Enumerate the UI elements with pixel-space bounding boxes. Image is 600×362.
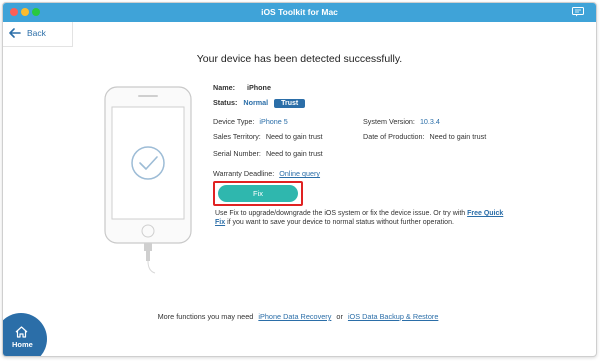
warranty-row: Warranty Deadline: Online query: [213, 169, 320, 178]
fix-highlight-frame: Fix: [213, 181, 303, 206]
desc-text-2: if you want to save your device to norma…: [225, 219, 454, 226]
desc-text-1: Use Fix to upgrade/downgrade the iOS sys…: [215, 210, 468, 217]
footer-or: or: [336, 312, 343, 321]
date-production-row: Date of Production: Need to gain trust: [363, 132, 486, 141]
iphone-data-recovery-link[interactable]: iPhone Data Recovery: [258, 312, 331, 321]
back-arrow-icon: [9, 28, 21, 38]
window-title: iOS Toolkit for Mac: [261, 7, 338, 17]
footer-links: More functions you may need iPhone Data …: [3, 312, 596, 321]
status-value: Normal: [243, 98, 269, 107]
status-row: Status: Normal Trust: [213, 98, 306, 108]
device-type-row: Device Type: iPhone 5: [213, 117, 288, 126]
sales-territory-row: Sales Territory: Need to gain trust: [213, 132, 323, 141]
serial-label: Serial Number:: [213, 149, 261, 158]
system-version-label: System Version:: [363, 117, 415, 126]
home-icon: [15, 326, 28, 338]
date-production-value: Need to gain trust: [429, 132, 487, 141]
system-version-row: System Version: 10.3.4: [363, 117, 440, 126]
message-icon[interactable]: [572, 7, 584, 17]
serial-value: Need to gain trust: [265, 149, 323, 158]
back-bar: Back: [3, 22, 73, 47]
serial-row: Serial Number: Need to gain trust: [213, 149, 323, 158]
name-value: iPhone: [246, 83, 271, 92]
sales-territory-value: Need to gain trust: [265, 132, 323, 141]
name-row: Name: iPhone: [213, 83, 271, 92]
fix-button[interactable]: Fix: [218, 185, 298, 202]
date-production-label: Date of Production:: [363, 132, 425, 141]
sales-territory-label: Sales Territory:: [213, 132, 261, 141]
home-label: Home: [12, 340, 33, 349]
device-type-label: Device Type:: [213, 117, 255, 126]
page-heading: Your device has been detected successful…: [196, 53, 403, 65]
back-button[interactable]: Back: [9, 28, 46, 38]
back-label: Back: [27, 28, 46, 38]
system-version-value: 10.3.4: [419, 117, 440, 126]
trust-button[interactable]: Trust: [274, 99, 306, 108]
online-query-link[interactable]: Online query: [279, 169, 320, 178]
name-label: Name:: [213, 83, 235, 92]
ios-data-backup-link[interactable]: iOS Data Backup & Restore: [348, 312, 438, 321]
warranty-label: Warranty Deadline:: [213, 169, 275, 178]
status-label: Status:: [213, 98, 238, 107]
footer-prefix: More functions you may need: [157, 312, 254, 321]
title-bar: iOS Toolkit for Mac: [3, 3, 596, 22]
fix-description: Use Fix to upgrade/downgrade the iOS sys…: [215, 209, 515, 227]
iphone-illustration: [104, 86, 192, 274]
app-window: iOS Toolkit for Mac Back Your device has…: [2, 2, 597, 357]
device-type-value: iPhone 5: [259, 117, 288, 126]
